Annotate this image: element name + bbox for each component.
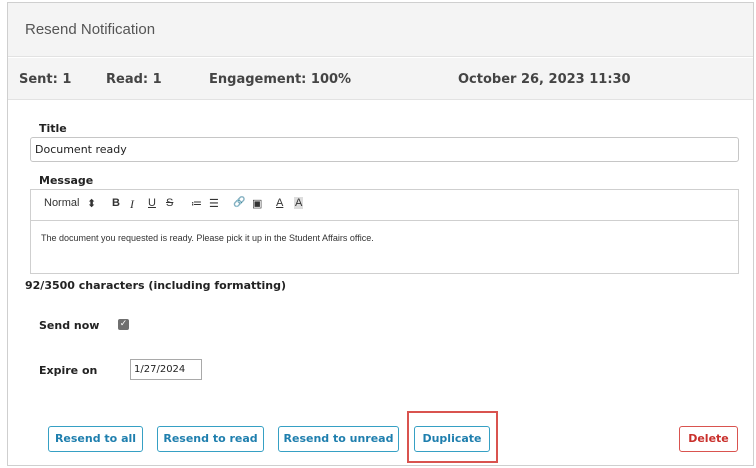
- send-now-checkbox[interactable]: ✓: [118, 319, 129, 330]
- expire-date-input[interactable]: [130, 359, 202, 380]
- resend-to-read-button[interactable]: Resend to read: [157, 426, 264, 452]
- editor-toolbar: Normal ⬍ B I U S ≔ ☰ 🔗 ▣ A A: [31, 190, 738, 221]
- char-counter: 92/3500 characters (including formatting…: [25, 279, 287, 292]
- ordered-list-icon[interactable]: ≔: [191, 197, 202, 210]
- underline-button[interactable]: U: [148, 197, 156, 209]
- expire-label: Expire on: [39, 364, 98, 377]
- panel-title: Resend Notification: [25, 21, 156, 38]
- image-icon[interactable]: ▣: [252, 197, 262, 210]
- resend-to-unread-button[interactable]: Resend to unread: [278, 426, 399, 452]
- panel-header: Resend Notification: [8, 3, 753, 57]
- title-label: Title: [39, 122, 67, 135]
- message-label: Message: [39, 174, 94, 187]
- message-editor[interactable]: Normal ⬍ B I U S ≔ ☰ 🔗 ▣ A A The documen…: [30, 189, 739, 274]
- strikethrough-button[interactable]: S: [166, 197, 173, 209]
- format-select-arrows-icon: ⬍: [87, 198, 97, 210]
- background-color-icon[interactable]: A: [294, 197, 304, 209]
- message-text[interactable]: The document you requested is ready. Ple…: [41, 233, 374, 243]
- bullet-list-icon[interactable]: ☰: [209, 197, 219, 210]
- format-select[interactable]: Normal: [44, 197, 79, 209]
- stats-bar: Sent: 1 Read: 1 Engagement: 100% October…: [8, 58, 753, 100]
- resend-to-all-button[interactable]: Resend to all: [48, 426, 143, 452]
- title-input[interactable]: [30, 137, 739, 162]
- read-count: Read: 1: [106, 72, 162, 87]
- link-icon[interactable]: 🔗: [233, 197, 245, 208]
- sent-count: Sent: 1: [19, 72, 72, 87]
- sent-timestamp: October 26, 2023 11:30: [458, 72, 631, 87]
- font-color-icon[interactable]: A: [276, 197, 283, 209]
- engagement-rate: Engagement: 100%: [209, 72, 352, 87]
- duplicate-button[interactable]: Duplicate: [414, 426, 490, 452]
- send-now-label: Send now: [39, 319, 100, 332]
- delete-button[interactable]: Delete: [679, 426, 738, 452]
- checkmark-icon: ✓: [119, 319, 128, 329]
- italic-button[interactable]: I: [130, 197, 134, 212]
- bold-button[interactable]: B: [112, 197, 120, 209]
